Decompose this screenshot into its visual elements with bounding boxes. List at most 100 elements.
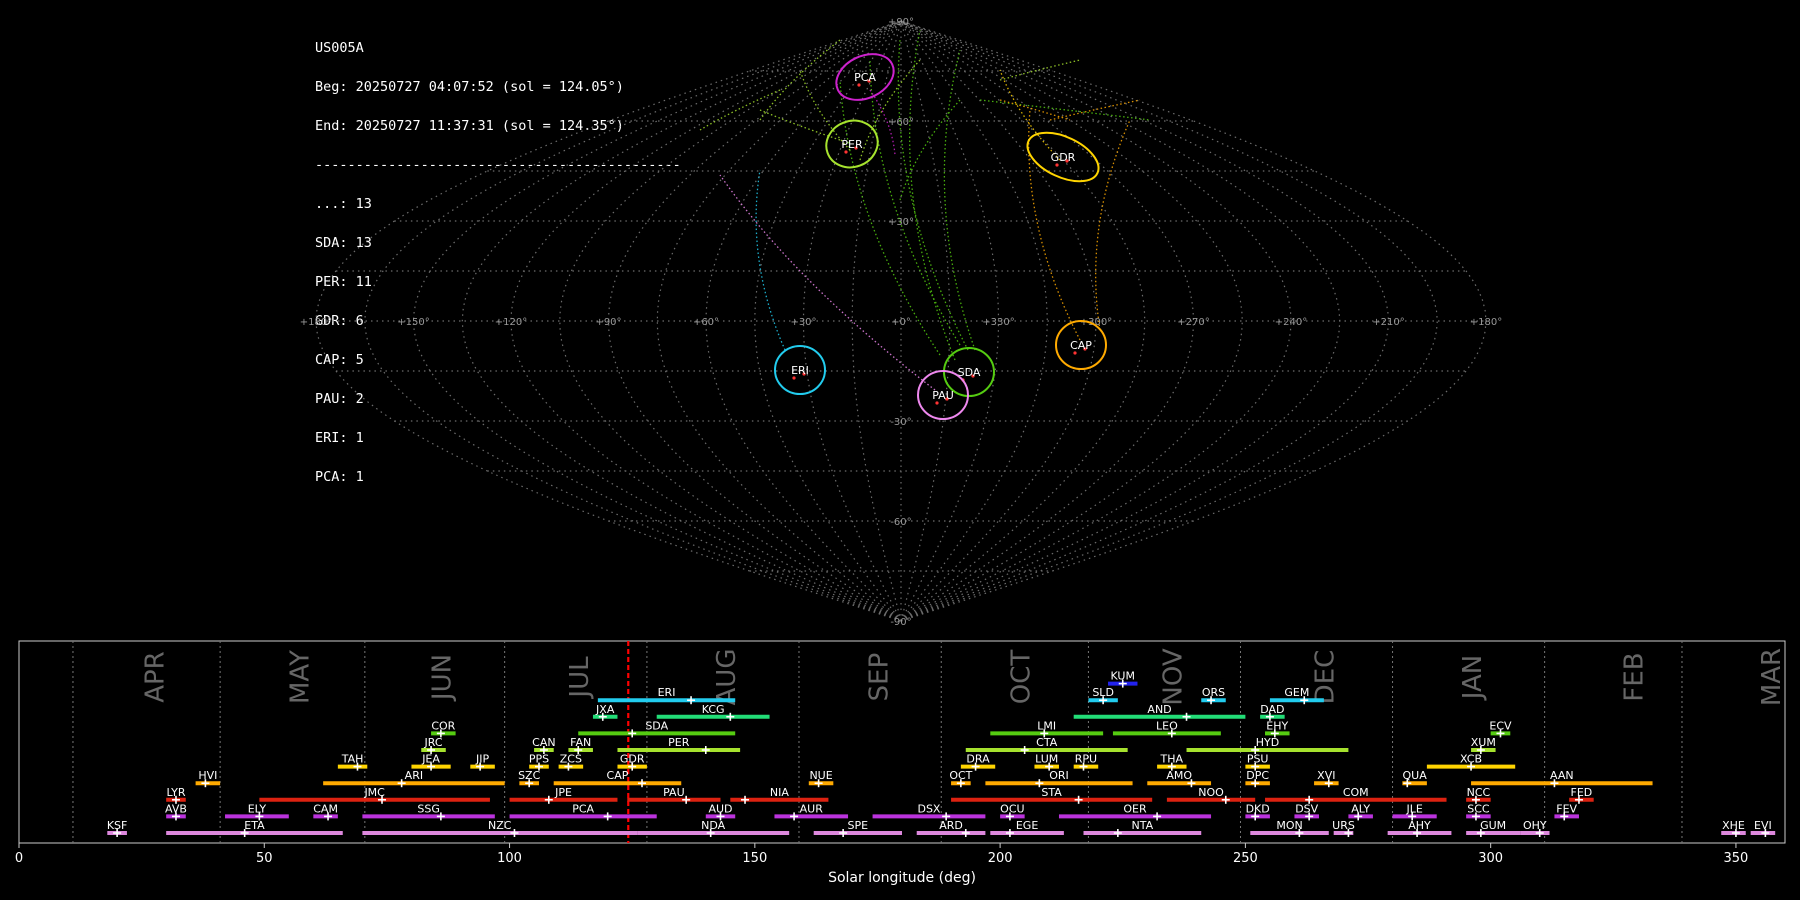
shower-ors: ORS: [1201, 686, 1226, 705]
shower-xhe: XHE: [1721, 819, 1746, 837]
shower-label: SCC: [1467, 802, 1490, 815]
lat-tick-label: -30°: [890, 417, 911, 428]
shower-label: PAU: [663, 786, 685, 799]
month-label: AUG: [712, 649, 742, 706]
shower-label: SDA: [645, 719, 668, 732]
shower-szc: SZC: [518, 769, 541, 788]
shower-label: EVI: [1754, 819, 1772, 832]
shower-label: NZC: [488, 819, 512, 832]
shower-spe: SPE: [813, 819, 902, 837]
shower-ehy: EHY: [1265, 719, 1290, 738]
shower-ncc: NCC: [1466, 786, 1491, 804]
meteor-trail: [869, 59, 961, 346]
x-tick-label: 150: [742, 851, 767, 866]
shower-label: NTA: [1132, 819, 1154, 832]
shower-label: ERI: [658, 686, 676, 699]
lon-tick-label: +330°: [982, 317, 1014, 328]
shower-label: XUM: [1471, 736, 1496, 749]
shower-label: NDA: [701, 819, 726, 832]
shower-label: OHY: [1523, 819, 1547, 832]
shower-label: DSV: [1295, 802, 1318, 815]
month-label: JAN: [1458, 655, 1488, 701]
shower-dsv: DSV: [1294, 802, 1319, 821]
shower-label: CAM: [313, 802, 338, 815]
shower-mon: MON: [1250, 819, 1329, 837]
shower-gdr: GDR: [617, 753, 647, 771]
shower-dsx: DSX: [872, 802, 986, 821]
shower-label: KUM: [1111, 670, 1135, 683]
x-tick-label: 250: [1233, 851, 1258, 866]
radiant-label: PCA: [854, 71, 876, 84]
shower-label: AAN: [1550, 769, 1574, 782]
shower-ege: EGE: [990, 819, 1064, 837]
shower-eta: ETA: [166, 819, 343, 837]
shower-label: KCG: [702, 703, 725, 716]
shower-label: SLD: [1092, 686, 1114, 699]
shower-gem: GEM: [1269, 686, 1324, 705]
shower-jea: JEA: [411, 753, 451, 771]
shower-ahy: AHY: [1387, 819, 1452, 837]
shower-qua: QUA: [1402, 769, 1427, 788]
shower-label: GDR: [620, 753, 645, 766]
sky-map: +180° +150° +120° +90° +60° +30° +0° +330° +300°…: [300, 17, 1502, 628]
radiant-per: PER: [825, 119, 879, 169]
shower-label: ARI: [405, 769, 423, 782]
shower-label: ALY: [1351, 802, 1370, 815]
shower-hyd: HYD: [1186, 736, 1349, 754]
shower-label: RPU: [1075, 753, 1097, 766]
shower-label: SSG: [417, 802, 440, 815]
shower-label: MON: [1276, 819, 1302, 832]
shower-ocu: OCU: [1000, 802, 1025, 821]
shower-label: JRC: [424, 736, 443, 749]
shower-label: ORS: [1202, 686, 1225, 699]
shower-tah: TAH: [337, 753, 368, 771]
meteor-trail: [759, 39, 841, 121]
shower-lum: LUM: [1034, 753, 1059, 771]
shower-and: AND: [1073, 703, 1246, 721]
shower-dra: DRA: [960, 753, 996, 771]
meteor-trails: [699, 29, 1151, 391]
radiant-eri: ERI: [774, 345, 826, 395]
shower-sta: STA: [951, 786, 1153, 804]
meteor-trail: [999, 69, 1061, 161]
shower-lyr: LYR: [166, 786, 186, 804]
shower-label: CAN: [532, 736, 555, 749]
shower-dkd: DKD: [1245, 802, 1270, 821]
shower-label: OCT: [949, 769, 972, 782]
lat-tick-label: +90°: [888, 17, 914, 28]
shower-noo: NOO: [1166, 786, 1256, 804]
shower-label: PPS: [529, 753, 549, 766]
shower-label: JEA: [421, 753, 440, 766]
shower-hvi: HVI: [195, 769, 221, 788]
meteor-trail: [1028, 109, 1081, 341]
meridian-line: [802, 20, 902, 622]
month-label: DEC: [1311, 650, 1341, 705]
shower-ely: ELY: [225, 802, 289, 821]
shower-label: ELY: [248, 802, 267, 815]
shower-label: OER: [1123, 802, 1147, 815]
radiant-label: PER: [841, 138, 863, 151]
shower-label: AUD: [708, 802, 732, 815]
shower-com: COM: [1265, 786, 1447, 804]
shower-jle: JLE: [1392, 802, 1437, 821]
shower-scc: SCC: [1466, 802, 1491, 821]
shower-pau: PAU: [627, 786, 721, 804]
shower-jip: JIP: [470, 753, 495, 771]
meteor-trail: [1095, 119, 1131, 331]
meteor-trail: [755, 169, 786, 351]
shower-nue: NUE: [808, 769, 834, 788]
shower-label: EGE: [1016, 819, 1038, 832]
shower-label: NUE: [809, 769, 832, 782]
meridian-line: [364, 20, 902, 622]
shower-label: PER: [668, 736, 690, 749]
lon-tick-label: +0°: [891, 317, 911, 328]
shower-jpe: JPE: [509, 786, 618, 804]
shower-oct: OCT: [949, 769, 973, 788]
shower-evi: EVI: [1750, 819, 1776, 837]
shower-dpc: DPC: [1245, 769, 1270, 788]
lat-tick-label: +60°: [888, 117, 914, 128]
shower-label: DKD: [1246, 802, 1270, 815]
shower-jxa: JXA: [592, 703, 618, 721]
shower-label: PCA: [572, 802, 594, 815]
shower-psu: PSU: [1245, 753, 1270, 771]
